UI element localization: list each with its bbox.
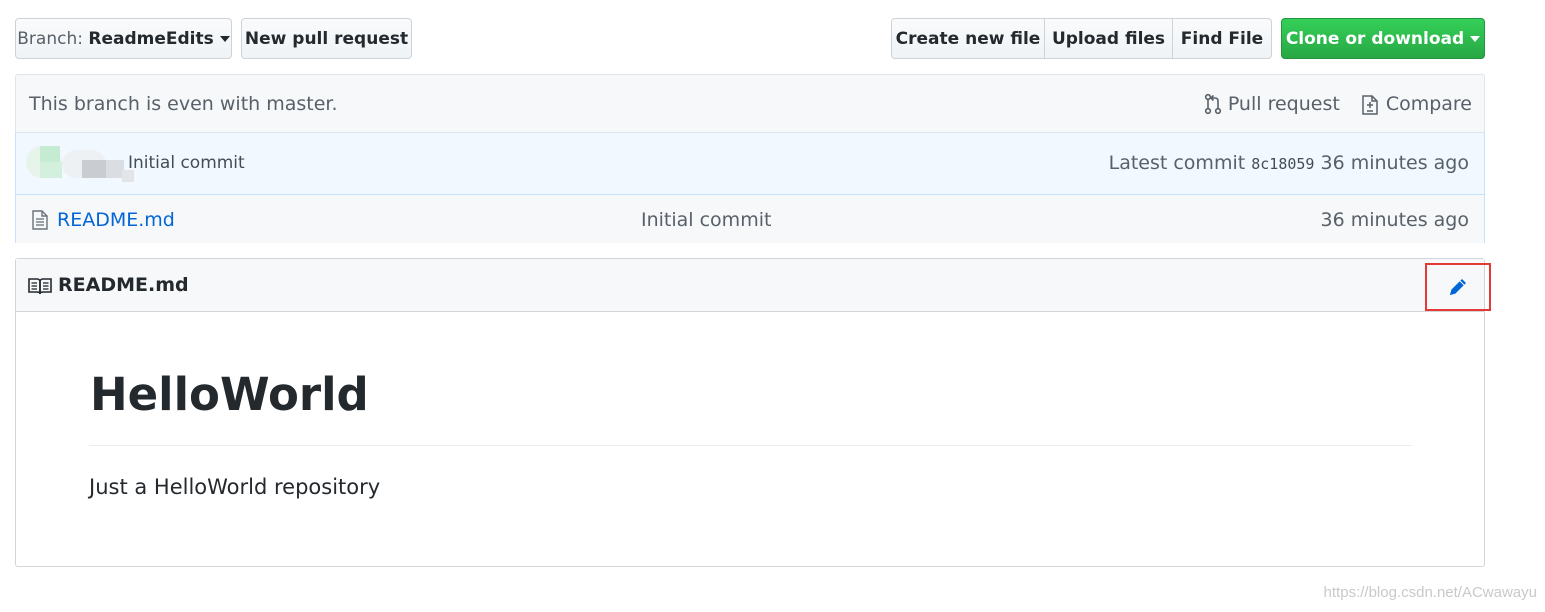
branch-prefix: Branch: [17,28,83,49]
table-row: README.md Initial commit 36 minutes ago [16,195,1484,243]
latest-commit-label: Latest commit [1108,152,1246,174]
new-pull-request-button[interactable]: New pull request [241,18,412,59]
pull-request-link[interactable]: Pull request [1204,93,1340,115]
find-file-label: Find File [1180,28,1264,49]
readme-filename: README.md [58,274,189,296]
upload-files-label: Upload files [1051,28,1166,49]
clone-or-download-label: Clone or download [1285,28,1465,49]
avatar[interactable] [22,146,134,182]
caret-down-icon [219,35,230,42]
file-actions-group: Create new file Upload files Find File [891,18,1272,59]
compare-label: Compare [1385,93,1472,115]
file-name-link[interactable]: README.md [57,195,175,245]
create-new-file-label: Create new file [895,28,1041,49]
find-file-button[interactable]: Find File [1172,18,1272,59]
branch-status-text: This branch is even with master. [29,93,338,115]
upload-files-button[interactable]: Upload files [1044,18,1173,59]
branch-info-bar: This branch is even with master. Pull re… [15,74,1485,132]
heading-divider [89,445,1412,446]
branch-select-button[interactable]: Branch: ReadmeEdits [15,18,232,59]
new-pull-request-label: New pull request [244,28,409,49]
file-list: Initial commit Latest commit 8c18059 36 … [15,132,1485,243]
readme-panel: README.md HelloWorld Just a HelloWorld r… [15,258,1485,567]
pencil-icon [1450,279,1466,295]
file-text-icon [32,210,48,230]
compare-link[interactable]: Compare [1360,92,1472,116]
clone-or-download-button[interactable]: Clone or download [1281,18,1485,59]
commit-message[interactable]: Initial commit [128,133,245,193]
commit-tease: Initial commit Latest commit 8c18059 36 … [16,133,1484,195]
file-commit-message[interactable]: Initial commit [641,195,771,245]
readme-heading: HelloWorld [90,368,369,421]
latest-commit: Latest commit 8c18059 36 minutes ago [1109,133,1469,194]
commit-sha-link[interactable]: 8c18059 [1251,155,1314,173]
readme-body-text: Just a HelloWorld repository [89,475,381,499]
caret-down-icon [1470,35,1481,42]
branch-actions: Pull request Compare [1184,75,1472,133]
edit-file-button[interactable] [1425,263,1491,311]
commit-age: 36 minutes ago [1320,152,1470,174]
readme-header: README.md [16,259,1484,312]
diff-icon [1362,95,1378,115]
pull-request-label: Pull request [1227,93,1340,115]
book-icon [28,278,52,295]
create-new-file-button[interactable]: Create new file [891,18,1045,59]
file-age: 36 minutes ago [1320,209,1470,231]
watermark: https://blog.csdn.net/ACwawayu [1323,584,1537,601]
git-pull-request-icon [1204,93,1221,115]
branch-name: ReadmeEdits [88,28,214,49]
